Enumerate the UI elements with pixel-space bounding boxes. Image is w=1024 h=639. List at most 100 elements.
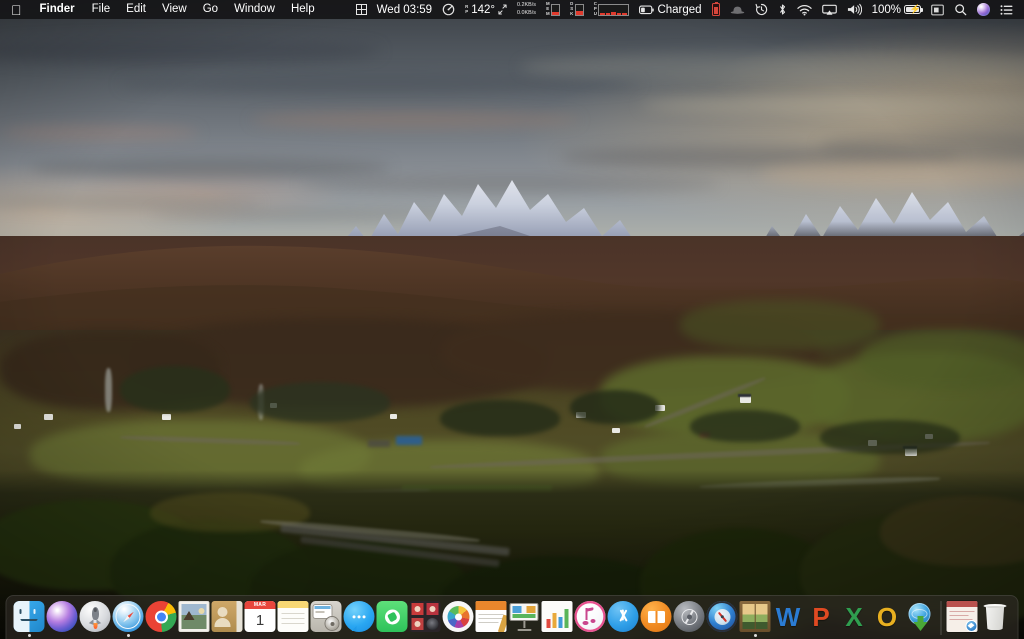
wifi-status-item[interactable] [792, 0, 817, 19]
clock-status-item[interactable]: Wed 03:59 [372, 0, 437, 19]
airplay-status-item[interactable] [817, 0, 842, 19]
battery-percent-status-item[interactable]: 100% ⚡ [867, 0, 926, 19]
temperature-status-item[interactable]: R P 142° [460, 0, 512, 19]
tree-cluster [690, 410, 800, 442]
bluetooth-status-item[interactable] [773, 0, 792, 19]
dock-itunes[interactable] [574, 599, 607, 639]
tree-cluster [120, 366, 230, 412]
battery-percent-label: 100% [871, 3, 901, 16]
dock-ibooks[interactable] [640, 599, 673, 639]
keynote-icon [509, 601, 540, 632]
spotlight-status-item[interactable] [949, 0, 972, 19]
dock-facetime[interactable] [376, 599, 409, 639]
desktop-wallpaper[interactable] [0, 0, 1024, 639]
menu-view[interactable]: View [154, 0, 195, 19]
dock-powerpoint[interactable]: P [805, 599, 838, 639]
farm-building [368, 440, 390, 447]
cpu-label-icon: C P U [593, 1, 597, 16]
volume-status-item[interactable] [842, 0, 867, 19]
dock-photo-booth[interactable] [409, 599, 442, 639]
numbers-icon [541, 601, 573, 632]
downloads-stack-icon [946, 601, 978, 632]
speedometer-icon [442, 3, 455, 16]
menu-bar-status-items: Wed 03:59 R P 142° 0.2KB/s 0.0KB/s M E M… [351, 0, 1024, 19]
screenshot-status-item[interactable] [926, 0, 949, 19]
dock-numbers[interactable] [541, 599, 574, 639]
dock-outlook[interactable]: O [871, 599, 904, 639]
dock-desktop-app[interactable] [739, 599, 772, 639]
running-indicator [27, 634, 31, 637]
disk-status-item[interactable]: D S K [565, 0, 589, 19]
charged-label: Charged [657, 3, 702, 16]
menu-window[interactable]: Window [226, 0, 283, 19]
dock-pages[interactable] [475, 599, 508, 639]
menu-finder[interactable]: Finder [31, 0, 84, 19]
dock-downloader[interactable] [904, 599, 937, 639]
dock-word[interactable]: W [772, 599, 805, 639]
dock-siri[interactable] [46, 599, 79, 639]
low-battery-status-item[interactable] [707, 0, 725, 19]
bartender-status-item[interactable] [725, 0, 750, 19]
dock-notes[interactable] [277, 599, 310, 639]
memory-status-item[interactable]: M E M [541, 0, 565, 19]
dock-contacts[interactable] [211, 599, 244, 639]
menu-help[interactable]: Help [283, 0, 323, 19]
network-speed-status-item[interactable]: 0.2KB/s 0.0KB/s [512, 0, 541, 19]
tree-cluster [570, 390, 660, 424]
dock-messages[interactable] [343, 599, 376, 639]
excel-icon: X [839, 601, 870, 632]
temperature-label: 142° [471, 3, 496, 16]
dock-app-store[interactable] [607, 599, 640, 639]
time-machine-status-item[interactable] [750, 0, 773, 19]
dock-chrome[interactable] [145, 599, 178, 639]
siri-status-item[interactable] [972, 0, 995, 19]
activity-monitor-icon [706, 601, 738, 632]
menu-go[interactable]: Go [195, 0, 226, 19]
search-icon [954, 3, 967, 16]
dock-calendar[interactable]: MAR 1 [244, 599, 277, 639]
cloud-streak [120, 74, 640, 94]
control-center-status-item[interactable] [995, 0, 1018, 19]
dock-photos[interactable] [442, 599, 475, 639]
facetime-icon [376, 601, 408, 632]
dock-safari[interactable] [112, 599, 145, 639]
dock-activity-monitor[interactable] [706, 599, 739, 639]
photo-booth-icon [409, 601, 441, 632]
cottage [162, 414, 171, 420]
menu-file[interactable]: File [84, 0, 119, 19]
speedometer-status-item[interactable] [437, 0, 460, 19]
battery-charged-status-item[interactable]: Charged [634, 0, 706, 19]
window-manager-status-item[interactable] [351, 0, 372, 19]
powerpoint-icon: P [806, 601, 837, 632]
download-globe-icon [905, 601, 936, 632]
battery-charging-icon: ⚡ [904, 4, 924, 14]
running-indicator [126, 634, 130, 637]
word-letter: W [775, 601, 801, 632]
app-store-icon [607, 601, 639, 632]
dock-keynote[interactable] [508, 599, 541, 639]
menu-edit[interactable]: Edit [118, 0, 154, 19]
apple-menu[interactable]:  [7, 0, 31, 19]
cottage-roof [738, 394, 751, 397]
powerpoint-letter: P [812, 601, 830, 632]
dock-finder[interactable] [13, 599, 46, 639]
dock-xcode[interactable] [673, 599, 706, 639]
dock-system-preferences[interactable] [310, 599, 343, 639]
airplay-icon [821, 4, 837, 16]
downloads-stack[interactable] [946, 599, 979, 639]
dock-preview[interactable] [178, 599, 211, 639]
dock-separator [940, 601, 942, 635]
bowler-hat-icon [730, 4, 745, 16]
pages-icon [475, 601, 507, 632]
clock-label: Wed 03:59 [376, 3, 433, 16]
memory-graph-icon [551, 3, 561, 16]
dock: MAR 1 W P X O [5, 595, 1019, 639]
green-field [680, 300, 880, 350]
cpu-status-item[interactable]: C P U [589, 0, 635, 19]
grid-icon [355, 4, 367, 15]
menu-bar-app-menus:  Finder File Edit View Go Window Help [0, 0, 323, 19]
dock-excel[interactable]: X [838, 599, 871, 639]
dock-launchpad[interactable] [79, 599, 112, 639]
trash[interactable] [979, 599, 1012, 639]
volume-icon [847, 3, 862, 16]
